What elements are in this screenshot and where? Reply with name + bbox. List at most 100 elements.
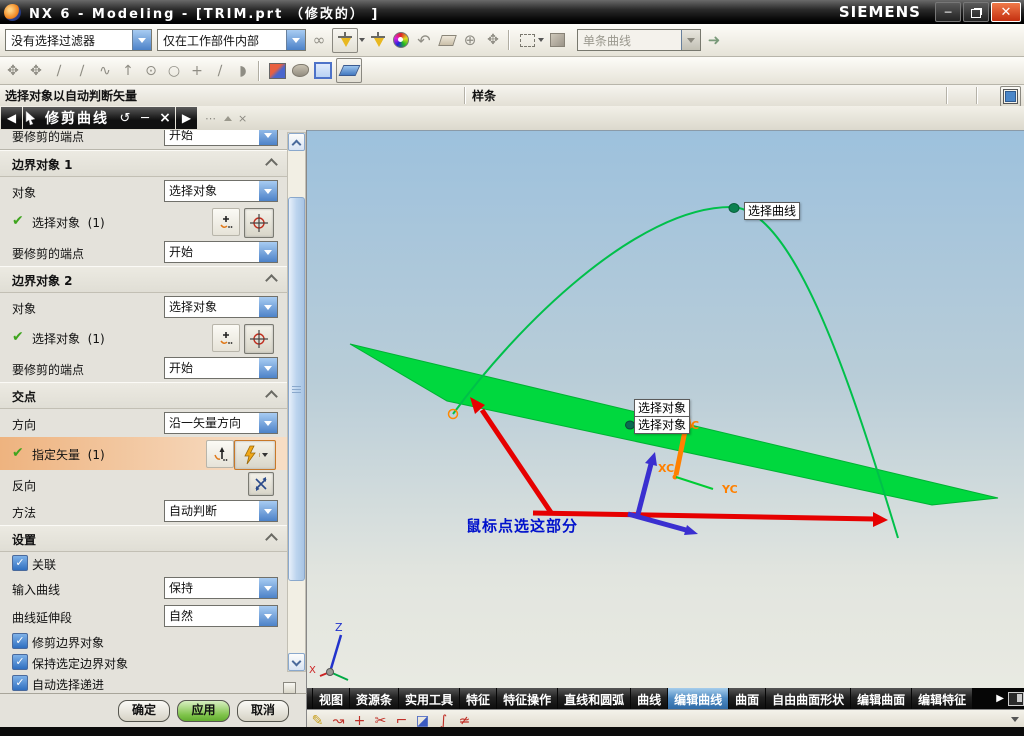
tab-feature[interactable]: 特征 (460, 688, 497, 709)
specify-vector-row[interactable]: ✔ 指定矢量 (1) (0, 437, 306, 470)
object-dropdown-b2[interactable]: 选择对象 (164, 296, 278, 318)
fit-view-button[interactable] (1000, 86, 1021, 107)
trim-boundary-checkbox[interactable]: ✓ (12, 633, 28, 649)
collapse-boundary2-icon[interactable] (262, 270, 280, 287)
tab-edit-surface[interactable]: 编辑曲面 (851, 688, 912, 709)
section-header-intersection[interactable]: 交点 (0, 382, 306, 409)
type-filter-dropdown-icon[interactable] (132, 30, 151, 50)
snap-polyline-icon: ∕ (79, 62, 85, 79)
dialog-close-icon[interactable]: × (155, 110, 175, 126)
green-spline-curve[interactable] (452, 205, 899, 539)
tab-edit-curve[interactable]: 编辑曲线 (668, 688, 729, 709)
extension-dropdown[interactable]: 自然 (164, 605, 278, 627)
scroll-up-button[interactable] (288, 133, 305, 151)
vector-dialog-button[interactable] (206, 440, 234, 468)
scroll-down-button[interactable] (288, 653, 305, 671)
clipped-endpoint-dropdown[interactable]: 开始 (164, 130, 278, 146)
type-filter-combo[interactable]: 没有选择过滤器 (5, 29, 152, 51)
snap-point-dropdown-icon[interactable] (359, 38, 365, 42)
tabstrip-collapse-icon[interactable] (224, 115, 232, 121)
add-to-list-button-b2[interactable] (212, 324, 240, 352)
object-dropdown-b1[interactable]: 选择对象 (164, 180, 278, 202)
collapse-intersection-icon[interactable] (262, 386, 280, 403)
check-ok-icon-vector: ✔ (12, 445, 24, 461)
endpoint-dropdown-b2[interactable]: 开始 (164, 357, 278, 379)
ok-button[interactable]: 确定 (118, 700, 170, 722)
tab-line-arc[interactable]: 直线和圆弧 (558, 688, 631, 709)
input-curve-dropdown-icon (259, 578, 277, 598)
select-object-row-b1[interactable]: ✔ 选择对象 (1) (0, 205, 306, 238)
pan-view-icon[interactable]: ✥ (483, 30, 503, 50)
point-dialog-button-b1[interactable] (244, 208, 274, 238)
graphics-viewport[interactable]: XC YC ZC Z X 选择曲线 选择对象 选择对象 鼠标点选这部分 (307, 130, 1024, 689)
dialog-scrollbar[interactable] (287, 132, 306, 672)
tab-curve[interactable]: 曲线 (631, 688, 668, 709)
type-filter-value: 没有选择过滤器 (11, 33, 96, 48)
facet-body-icon[interactable] (290, 61, 310, 81)
dock-panel-icon[interactable] (1008, 692, 1024, 706)
minimize-button[interactable]: ─ (935, 2, 961, 22)
tab-edit-feature[interactable]: 编辑特征 (912, 688, 973, 709)
marquee-select-icon[interactable] (517, 30, 537, 50)
tab-resource-bar[interactable]: 资源条 (350, 688, 399, 709)
section-header-boundary2[interactable]: 边界对象 2 (0, 266, 306, 293)
tab-freeform-shape[interactable]: 自由曲面形状 (766, 688, 851, 709)
vector-type-dropdown-icon[interactable] (258, 453, 270, 457)
marquee-dropdown-icon[interactable] (538, 38, 544, 42)
tab-feature-operation[interactable]: 特征操作 (497, 688, 558, 709)
inferred-vector-button[interactable] (234, 440, 276, 470)
keep-boundary-label: 保持选定边界对象 (32, 657, 129, 671)
restore-icon (971, 8, 981, 18)
lightning-icon (243, 445, 256, 465)
shaded-display-icon[interactable] (267, 61, 287, 81)
direction-dropdown[interactable]: 沿一矢量方向 (164, 412, 278, 434)
reverse-direction-button[interactable] (248, 472, 274, 496)
solid-body-filter-icon[interactable] (547, 30, 567, 50)
sheet-display-icon[interactable] (336, 58, 362, 83)
dialog-reset-icon[interactable]: ↺ (115, 111, 135, 126)
keep-boundary-checkbox[interactable]: ✓ (12, 654, 28, 670)
link-icon[interactable]: ∞ (309, 30, 329, 50)
tab-view[interactable]: 视图 (313, 688, 350, 709)
close-button[interactable]: ✕ (991, 2, 1021, 22)
toolbar-options-dropdown-icon[interactable] (1011, 717, 1019, 722)
tabstrip-close-icon[interactable]: × (238, 112, 247, 125)
dialog-forward-button[interactable]: ▶ (176, 107, 197, 129)
add-to-list-button-b1[interactable] (212, 208, 240, 236)
input-curve-dropdown[interactable]: 保持 (164, 577, 278, 599)
wcs-yc-axis[interactable] (675, 476, 714, 490)
annotation-text: 鼠标点选这部分 (466, 517, 579, 535)
wireframe-display-icon[interactable] (313, 61, 333, 81)
dialog-resize-grip-icon[interactable] (283, 682, 296, 694)
cancel-button[interactable]: 取消 (237, 700, 289, 722)
select-object-row-b2[interactable]: ✔ 选择对象 (1) (0, 321, 306, 354)
collapse-boundary1-icon[interactable] (262, 154, 280, 171)
dialog-back-button[interactable]: ◀ (1, 107, 22, 129)
point-dialog-button-b2[interactable] (244, 324, 274, 354)
tab-clipped[interactable] (307, 688, 312, 709)
bottom-edge-strip (0, 727, 1024, 736)
tabstrip-overflow-icon[interactable]: ⋯ (205, 112, 216, 125)
section-header-settings[interactable]: 设置 (0, 525, 306, 552)
apply-button[interactable]: 应用 (177, 700, 230, 722)
dialog-minimize-icon[interactable]: ─ (135, 111, 155, 126)
auto-select-checkbox[interactable]: ✓ (12, 675, 28, 691)
object-display-palette-icon[interactable] (391, 30, 411, 50)
scrollbar-thumb[interactable] (288, 197, 305, 581)
snap-point-icon[interactable] (332, 27, 358, 53)
rotate-view-icon[interactable]: ⊕ (460, 30, 480, 50)
snap-point-alt-icon[interactable] (368, 30, 388, 50)
undo-icon[interactable]: ↶ (414, 30, 434, 50)
erase-display-icon[interactable] (437, 30, 457, 50)
associative-checkbox[interactable]: ✓ (12, 555, 28, 571)
tab-surface[interactable]: 曲面 (729, 688, 766, 709)
tabs-overflow-arrow-icon[interactable]: ▶ (993, 688, 1007, 709)
restore-button[interactable] (963, 2, 989, 22)
scope-filter-dropdown-icon[interactable] (286, 30, 305, 50)
endpoint-dropdown-b1[interactable]: 开始 (164, 241, 278, 263)
collapse-settings-icon[interactable] (262, 529, 280, 546)
scope-filter-combo[interactable]: 仅在工作部件内部 (157, 29, 306, 51)
tab-utilities[interactable]: 实用工具 (399, 688, 460, 709)
method-dropdown[interactable]: 自动判断 (164, 500, 278, 522)
section-header-boundary1[interactable]: 边界对象 1 (0, 150, 306, 177)
